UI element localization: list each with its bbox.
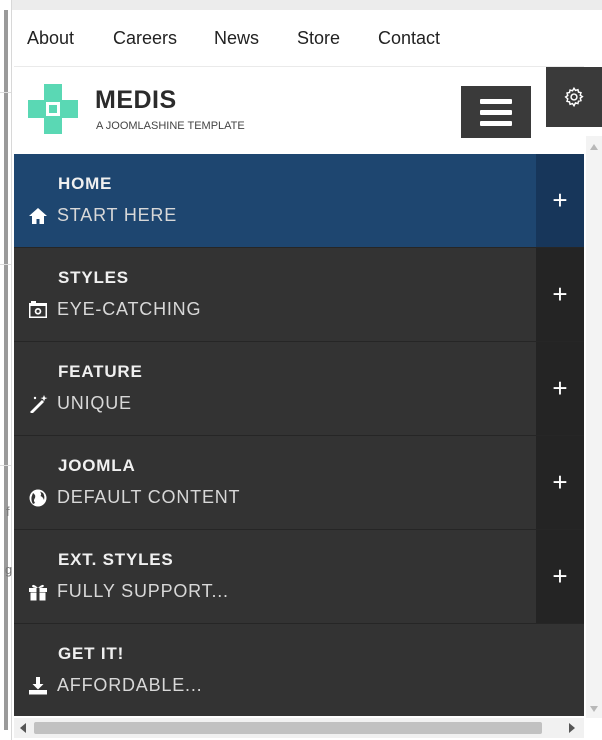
expand-button[interactable]: + (536, 530, 584, 623)
hamburger-menu-button[interactable] (461, 86, 531, 138)
gift-icon (29, 584, 47, 601)
gear-icon (564, 86, 584, 108)
menu-item-feature[interactable]: FEATURE UNIQUE + (14, 342, 584, 436)
menu-item-subtitle: EYE-CATCHING (57, 299, 202, 319)
menu-item-home[interactable]: HOME START HERE + (14, 154, 584, 248)
brand-name[interactable]: MEDIS (95, 86, 177, 115)
menu-item-title: STYLES (58, 268, 129, 287)
menu-item-get-it[interactable]: GET IT! AFFORDABLE... (14, 624, 584, 716)
left-edge-panel (0, 0, 12, 740)
expand-button[interactable]: + (536, 248, 584, 341)
hamburger-icon (480, 110, 512, 115)
menu-item-subtitle: DEFAULT CONTENT (57, 487, 241, 507)
main-menu: HOME START HERE + STYLES EYE-CATCHING + … (14, 154, 584, 716)
scroll-up-icon[interactable] (590, 144, 598, 150)
left-fragment-text: g (5, 562, 13, 577)
left-fragment-text: f (6, 504, 10, 519)
left-fragment-line (0, 264, 11, 265)
menu-item-title: GET IT! (58, 644, 125, 663)
nav-link-store[interactable]: Store (297, 28, 340, 49)
scroll-left-icon[interactable] (20, 723, 26, 733)
menu-item-title: HOME (58, 174, 113, 193)
menu-item-title: EXT. STYLES (58, 550, 174, 569)
expand-button[interactable]: + (536, 436, 584, 529)
hamburger-icon (480, 121, 512, 126)
menu-item-ext-styles[interactable]: EXT. STYLES FULLY SUPPORT... + (14, 530, 584, 624)
scrollbar-thumb[interactable] (34, 722, 542, 734)
nav-link-careers[interactable]: Careers (113, 28, 177, 49)
menu-item-styles[interactable]: STYLES EYE-CATCHING + (14, 248, 584, 342)
menu-item-subtitle: UNIQUE (57, 393, 132, 413)
left-fragment-line (0, 465, 11, 466)
menu-item-title: FEATURE (58, 362, 143, 381)
site-header: MEDIS A JOOMLASHINE TEMPLATE (14, 67, 584, 153)
horizontal-scrollbar[interactable] (14, 718, 584, 738)
scroll-down-icon[interactable] (590, 706, 598, 712)
menu-item-subtitle: FULLY SUPPORT... (57, 581, 229, 601)
globe-icon (29, 489, 47, 507)
nav-link-about[interactable]: About (27, 28, 74, 49)
left-edge-bar (4, 10, 8, 730)
download-icon (29, 677, 47, 695)
menu-item-title: JOOMLA (58, 456, 136, 475)
menu-item-joomla[interactable]: JOOMLA DEFAULT CONTENT + (14, 436, 584, 530)
home-icon (29, 208, 47, 224)
expand-button[interactable]: + (536, 154, 584, 247)
nav-link-contact[interactable]: Contact (378, 28, 440, 49)
scroll-right-icon[interactable] (569, 723, 575, 733)
left-fragment-line (0, 92, 11, 93)
expand-button[interactable]: + (536, 342, 584, 435)
settings-button[interactable] (546, 67, 602, 127)
menu-item-subtitle: START HERE (57, 205, 178, 225)
brand-tagline: A JOOMLASHINE TEMPLATE (96, 120, 245, 132)
vertical-scrollbar[interactable] (586, 136, 602, 718)
camera-icon (29, 301, 47, 318)
logo-cross-icon[interactable] (28, 84, 78, 134)
window-top-edge (0, 0, 602, 10)
menu-item-subtitle: AFFORDABLE... (57, 675, 203, 695)
magic-wand-icon (30, 395, 48, 413)
nav-link-news[interactable]: News (214, 28, 259, 49)
hamburger-icon (480, 99, 512, 104)
top-navigation: About Careers News Store Contact (14, 10, 584, 67)
